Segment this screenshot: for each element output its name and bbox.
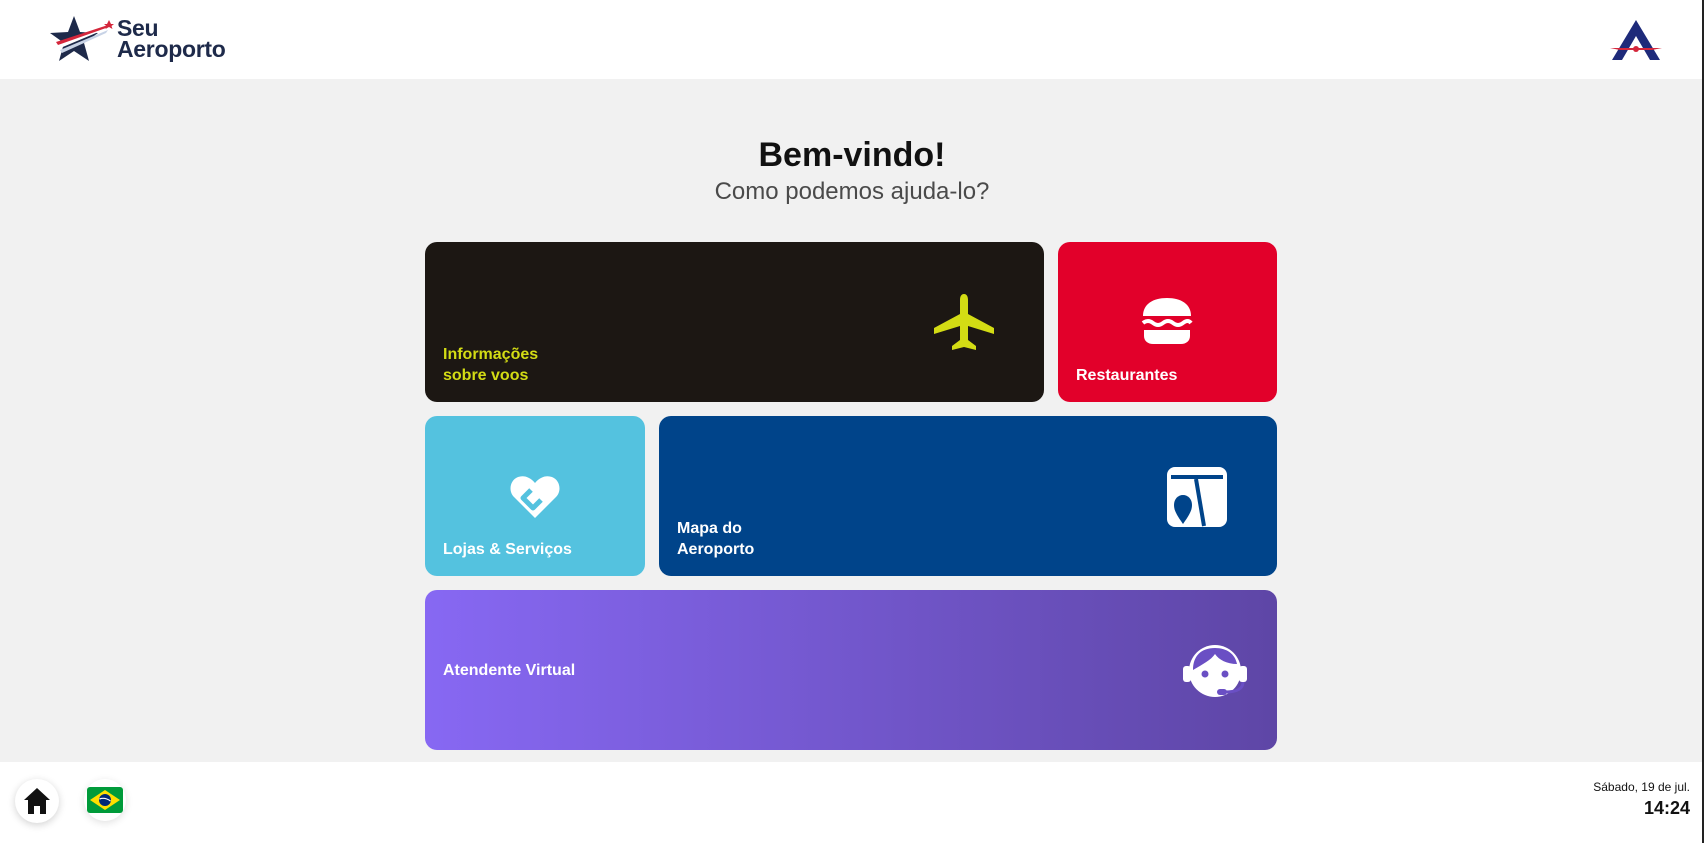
headset-agent-icon [1183,645,1247,697]
home-icon [24,788,50,814]
tile-restaurants[interactable]: Restaurantes [1058,242,1277,402]
star-plane-logo-icon [50,16,114,61]
welcome-title: Bem-vindo! [758,136,946,174]
brazil-flag-icon [87,787,123,813]
welcome-subtitle: Como podemos ajuda-lo? [714,178,990,205]
burger-icon [1141,298,1193,344]
airline-a-logo-icon [1610,20,1662,60]
current-time: 14:24 [1643,798,1690,818]
current-date: Sábado, 19 de jul. [1593,780,1690,794]
tile-shops-services[interactable]: Lojas & Serviços [425,416,645,576]
tile-flight-info[interactable]: Informações sobre voos [425,242,1044,402]
brand-line-2: Aeroporto [117,36,226,62]
brand-logo[interactable]: Seu Aeroporto [48,16,238,64]
brand-name: Seu Aeroporto [117,17,226,62]
tile-virtual-attendant-label: Atendente Virtual [443,662,576,679]
bottom-bar: Sábado, 19 de jul. 14:24 [0,762,1704,843]
tile-restaurants-label: Restaurantes [1076,367,1178,384]
shopping-heart-icon [510,476,560,518]
tile-shops-services-label: Lojas & Serviços [443,541,572,558]
tile-airport-map-label: Mapa do Aeroporto [677,520,755,558]
airplane-icon [934,294,994,350]
tile-virtual-attendant[interactable]: Atendente Virtual [425,590,1277,750]
top-header: Seu Aeroporto [0,0,1704,79]
tile-flight-info-label: Informações sobre voos [443,346,539,384]
tile-airport-map[interactable]: Mapa do Aeroporto [659,416,1277,576]
language-button[interactable] [84,779,126,821]
home-button[interactable] [15,779,59,823]
map-pin-icon [1167,467,1227,527]
